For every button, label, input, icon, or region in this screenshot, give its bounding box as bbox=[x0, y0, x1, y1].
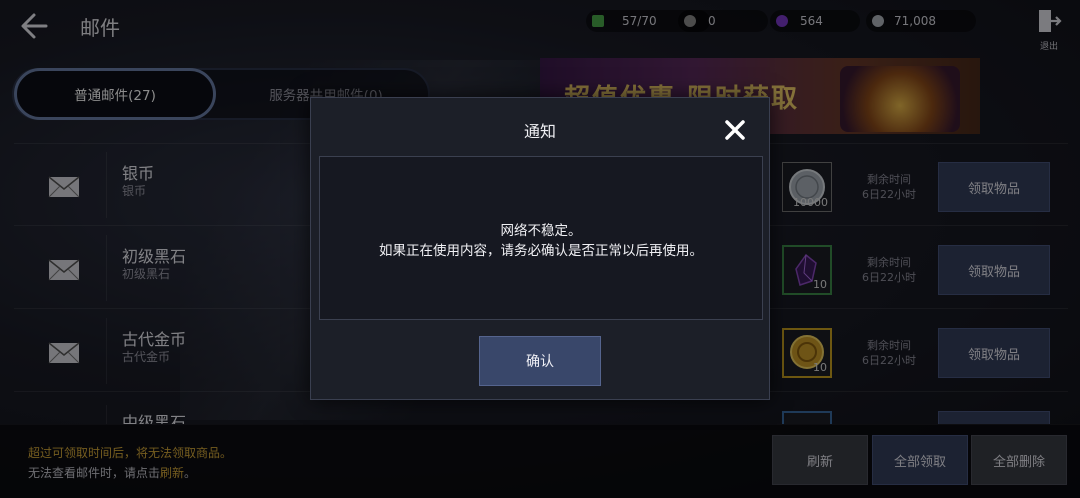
dialog-title: 通知 bbox=[523, 122, 556, 141]
dialog-message-line1: 网络不稳定。 bbox=[500, 223, 582, 239]
dialog-body: 网络不稳定。 如果正在使用内容，请务必确认是否正常以后再使用。 bbox=[319, 156, 763, 320]
close-icon[interactable] bbox=[723, 118, 747, 142]
confirm-button[interactable]: 确认 bbox=[479, 336, 601, 386]
dialog-message-line2: 如果正在使用内容，请务必确认是否正常以后再使用。 bbox=[379, 243, 703, 259]
notice-dialog: 通知 网络不稳定。 如果正在使用内容，请务必确认是否正常以后再使用。 确认 bbox=[310, 97, 770, 400]
